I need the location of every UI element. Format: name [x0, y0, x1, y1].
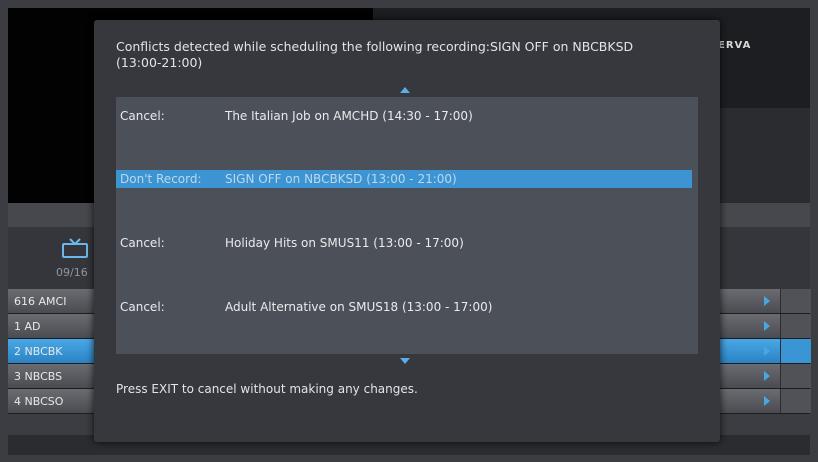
play-arrow-icon: [764, 346, 770, 356]
conflict-action: Cancel:: [120, 109, 165, 123]
conflict-list: Cancel: The Italian Job on AMCHD (14:30 …: [116, 97, 698, 354]
conflict-action: Cancel:: [120, 300, 165, 314]
conflict-description: The Italian Job on AMCHD (14:30 - 17:00): [225, 109, 473, 123]
channel-name: 616 AMCI: [14, 294, 67, 308]
channel-name: 2 NBCBK: [14, 344, 63, 358]
conflict-description: SIGN OFF on NBCBKSD (13:00 - 21:00): [225, 172, 457, 186]
play-arrow-icon: [764, 321, 770, 331]
conflict-action: Don't Record:: [120, 172, 202, 186]
conflict-item[interactable]: Cancel: The Italian Job on AMCHD (14:30 …: [116, 107, 698, 125]
channel-name: 4 NBCSO: [14, 394, 64, 408]
conflict-description: Holiday Hits on SMUS11 (13:00 - 17:00): [225, 236, 464, 250]
conflict-action: Cancel:: [120, 236, 165, 250]
brand-logo: ERVA: [718, 40, 752, 51]
play-arrow-icon: [764, 296, 770, 306]
conflict-dialog: Conflicts detected while scheduling the …: [94, 20, 720, 442]
dialog-footer-hint: Press EXIT to cancel without making any …: [116, 382, 418, 396]
channel-name: 1 AD: [14, 319, 41, 333]
conflict-item[interactable]: Cancel: Holiday Hits on SMUS11 (13:00 - …: [116, 234, 698, 252]
dialog-title: Conflicts detected while scheduling the …: [116, 39, 634, 70]
scroll-down-arrow-icon[interactable]: [400, 358, 410, 364]
conflict-description: Adult Alternative on SMUS18 (13:00 - 17:…: [225, 300, 493, 314]
play-arrow-icon: [764, 371, 770, 381]
conflict-item[interactable]: Cancel: Adult Alternative on SMUS18 (13:…: [116, 298, 698, 316]
conflict-item-selected[interactable]: Don't Record: SIGN OFF on NBCBKSD (13:00…: [116, 170, 692, 188]
guide-date: 09/16: [56, 266, 88, 279]
tv-icon: [62, 238, 88, 258]
play-arrow-icon: [764, 396, 770, 406]
channel-name: 3 NBCBS: [14, 369, 63, 383]
scroll-up-arrow-icon[interactable]: [400, 87, 410, 93]
